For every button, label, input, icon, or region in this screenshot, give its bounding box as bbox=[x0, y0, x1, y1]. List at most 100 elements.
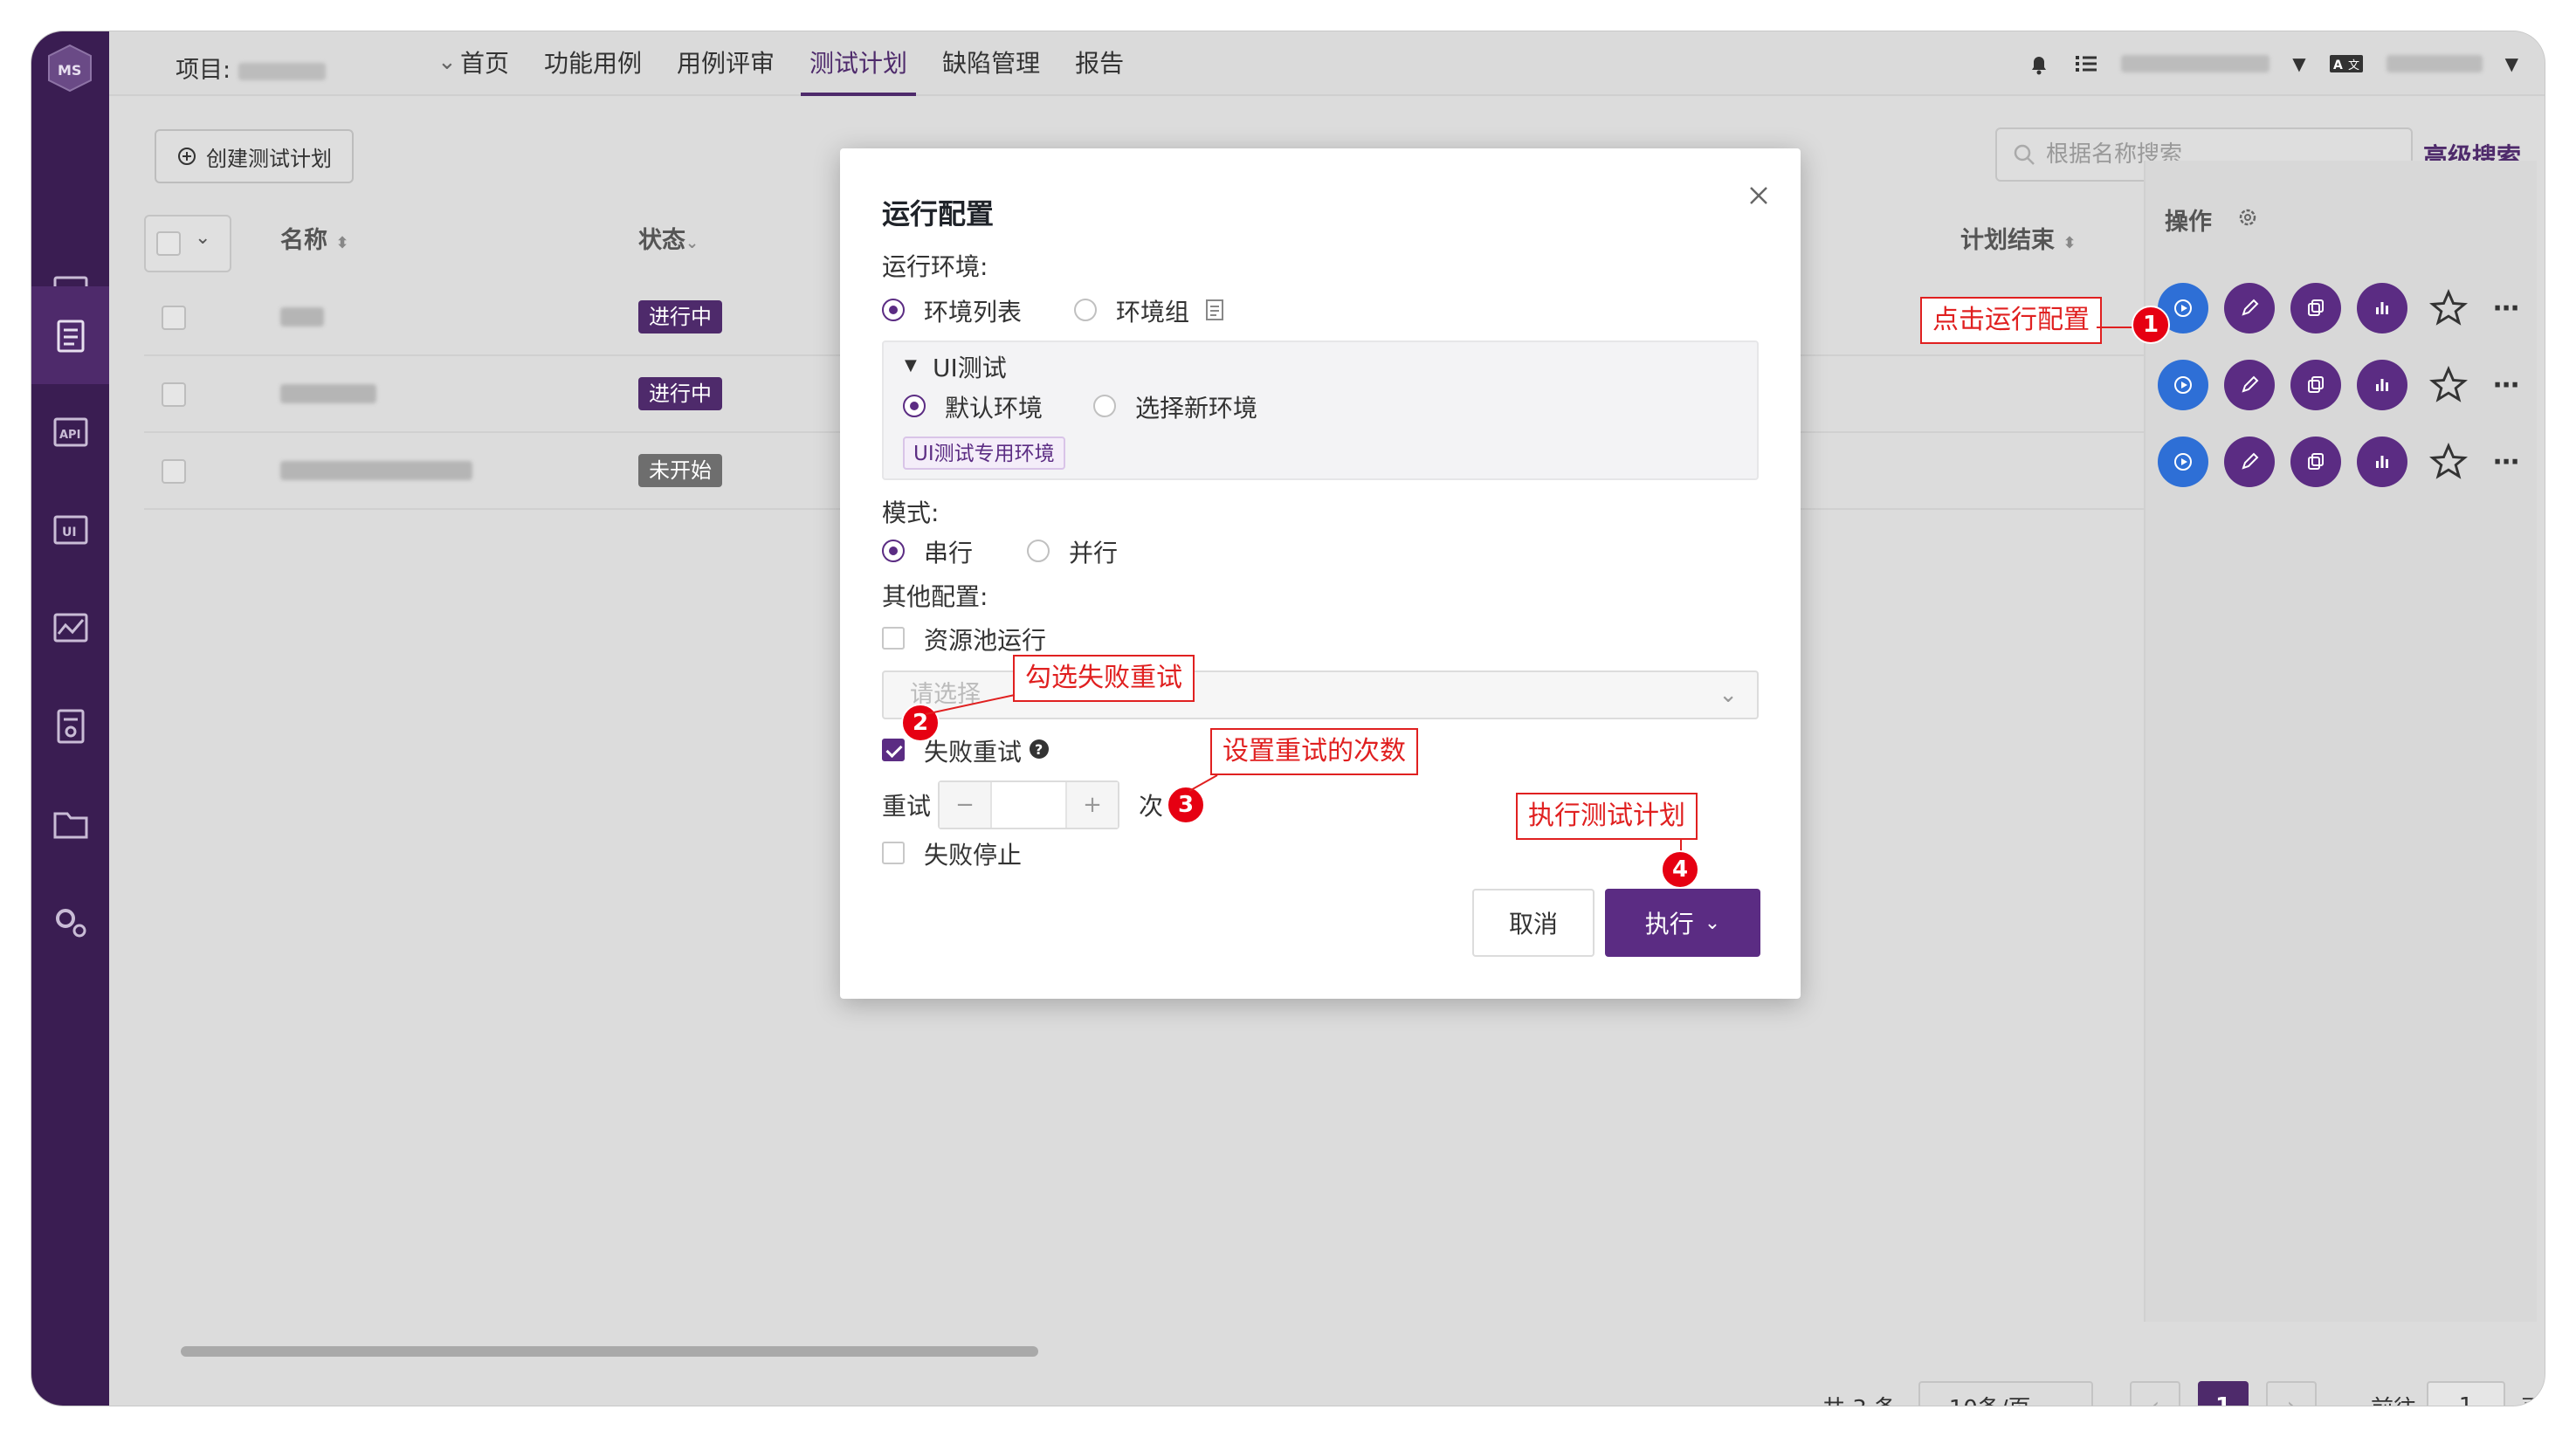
parallel-label[interactable]: 并行 bbox=[1069, 534, 1118, 569]
copy-button[interactable] bbox=[2290, 283, 2341, 333]
run-button[interactable]: 执行 ⌄ bbox=[1605, 889, 1760, 957]
dialog-title: 运行配置 bbox=[882, 192, 994, 232]
report-button[interactable] bbox=[2357, 437, 2407, 487]
page-number-current[interactable]: 1 bbox=[2198, 1381, 2249, 1406]
sidebar-item-performance[interactable] bbox=[31, 580, 109, 677]
copy-icon bbox=[2304, 297, 2327, 320]
annotation-leader-1 bbox=[2097, 327, 2135, 328]
fail-stop-checkbox[interactable] bbox=[882, 842, 905, 864]
report-button[interactable] bbox=[2357, 360, 2407, 410]
workspace-chevron-icon[interactable]: ▼ bbox=[2292, 53, 2305, 74]
select-all-checkbox[interactable] bbox=[156, 231, 181, 256]
caret-down-icon[interactable]: ▼ bbox=[905, 356, 917, 375]
decrement-button[interactable]: − bbox=[940, 782, 990, 828]
column-plan-end[interactable]: 计划结束 ⬍ bbox=[1960, 203, 2077, 279]
row-name-blurred[interactable] bbox=[280, 384, 376, 403]
env-list-radio[interactable] bbox=[882, 299, 905, 321]
bar-chart-icon bbox=[2371, 374, 2393, 396]
annotation-callout-4: 执行测试计划 bbox=[1516, 793, 1698, 840]
document-icon[interactable] bbox=[1205, 299, 1224, 321]
fail-retry-label[interactable]: 失败重试 bbox=[924, 733, 1022, 768]
resource-pool-label[interactable]: 资源池运行 bbox=[924, 622, 1046, 657]
env-group-radio[interactable] bbox=[1074, 299, 1097, 321]
tab-test-plan[interactable]: 测试计划 bbox=[792, 31, 925, 96]
edit-button[interactable] bbox=[2224, 437, 2275, 487]
select-all-dropdown[interactable]: ⌄ bbox=[144, 215, 231, 272]
tab-home[interactable]: 首页 bbox=[443, 31, 527, 96]
column-name[interactable]: 名称 ⬍ bbox=[280, 203, 349, 279]
more-icon[interactable]: ⋯ bbox=[2481, 283, 2531, 333]
report-button[interactable] bbox=[2357, 283, 2407, 333]
project-selector[interactable]: 项目: bbox=[176, 51, 326, 85]
star-icon[interactable] bbox=[2423, 283, 2474, 333]
sidebar-item-test-plan[interactable] bbox=[31, 286, 109, 384]
parallel-radio[interactable] bbox=[1027, 540, 1050, 562]
sidebar-item-settings[interactable] bbox=[31, 873, 109, 971]
star-icon[interactable] bbox=[2423, 437, 2474, 487]
help-icon[interactable]: ? bbox=[1029, 739, 1050, 760]
copy-button[interactable] bbox=[2290, 360, 2341, 410]
sidebar-item-api[interactable]: API bbox=[31, 384, 109, 482]
cancel-button[interactable]: 取消 bbox=[1472, 889, 1595, 957]
default-env-radio[interactable] bbox=[903, 395, 926, 417]
run-config-dialog: 运行配置 运行环境: 环境列表 环境组 ▼ UI测试 默认环境 选择新环境 UI… bbox=[840, 148, 1801, 999]
serial-radio[interactable] bbox=[882, 540, 905, 562]
svg-text:A: A bbox=[2333, 58, 2343, 72]
workspace-name-blurred[interactable] bbox=[2121, 55, 2269, 72]
close-icon[interactable] bbox=[1748, 185, 1769, 206]
column-status[interactable]: 状态⌄ bbox=[638, 203, 699, 279]
resource-pool-checkbox[interactable] bbox=[882, 627, 905, 650]
edit-button[interactable] bbox=[2224, 360, 2275, 410]
filter-chevron-icon: ⌄ bbox=[685, 234, 699, 252]
tab-bug-management[interactable]: 缺陷管理 bbox=[925, 31, 1057, 96]
other-config-label: 其他配置: bbox=[882, 578, 988, 613]
copy-icon bbox=[2304, 374, 2327, 396]
env-list-label[interactable]: 环境列表 bbox=[924, 293, 1022, 328]
run-button-label: 执行 bbox=[1645, 905, 1694, 940]
env-group-label[interactable]: 环境组 bbox=[1116, 293, 1189, 328]
more-icon[interactable]: ⋯ bbox=[2481, 437, 2531, 487]
next-page-button[interactable]: › bbox=[2266, 1381, 2317, 1406]
play-icon bbox=[2172, 374, 2194, 396]
copy-button[interactable] bbox=[2290, 437, 2341, 487]
task-list-icon[interactable] bbox=[2074, 52, 2098, 76]
page-size-select[interactable]: 10条/页 ⌄ bbox=[1918, 1381, 2093, 1406]
fail-retry-checkbox[interactable] bbox=[882, 739, 905, 761]
tab-functional-cases[interactable]: 功能用例 bbox=[527, 31, 659, 96]
sidebar-item-project[interactable] bbox=[31, 775, 109, 873]
bell-icon[interactable] bbox=[2027, 52, 2051, 76]
user-name-blurred[interactable] bbox=[2387, 55, 2483, 72]
chevron-down-icon: ⌄ bbox=[2049, 1396, 2063, 1406]
retry-count-input[interactable] bbox=[990, 782, 1067, 828]
row-checkbox[interactable] bbox=[162, 306, 186, 330]
row-name-blurred[interactable] bbox=[280, 461, 472, 480]
column-actions-label: 操作 bbox=[2165, 203, 2212, 237]
new-env-radio[interactable] bbox=[1093, 395, 1116, 417]
column-settings-gear-icon[interactable] bbox=[2236, 206, 2259, 229]
star-icon[interactable] bbox=[2423, 360, 2474, 410]
row-checkbox[interactable] bbox=[162, 382, 186, 407]
goto-page-input[interactable]: 1 bbox=[2427, 1381, 2505, 1406]
more-icon[interactable]: ⋯ bbox=[2481, 360, 2531, 410]
run-button[interactable] bbox=[2158, 360, 2208, 410]
prev-page-button[interactable]: ‹ bbox=[2130, 1381, 2180, 1406]
create-test-plan-button[interactable]: 创建测试计划 bbox=[155, 129, 354, 183]
increment-button[interactable]: + bbox=[1067, 782, 1118, 828]
default-env-label[interactable]: 默认环境 bbox=[945, 389, 1043, 424]
edit-button[interactable] bbox=[2224, 283, 2275, 333]
run-button[interactable] bbox=[2158, 437, 2208, 487]
user-chevron-icon[interactable]: ▼ bbox=[2505, 53, 2518, 74]
fail-stop-label[interactable]: 失败停止 bbox=[924, 836, 1022, 871]
annotation-callout-1: 点击运行配置 bbox=[1920, 297, 2102, 344]
new-env-label[interactable]: 选择新环境 bbox=[1135, 389, 1257, 424]
sidebar-item-ui[interactable]: UI bbox=[31, 482, 109, 580]
row-checkbox[interactable] bbox=[162, 459, 186, 484]
retry-count-stepper[interactable]: − + bbox=[938, 780, 1119, 829]
horizontal-scrollbar[interactable] bbox=[181, 1346, 1038, 1357]
tab-report[interactable]: 报告 bbox=[1057, 31, 1141, 96]
tab-case-review[interactable]: 用例评审 bbox=[659, 31, 792, 96]
row-name-blurred[interactable] bbox=[280, 307, 324, 327]
sidebar-item-report[interactable] bbox=[31, 677, 109, 775]
language-icon[interactable]: A文 bbox=[2329, 52, 2364, 75]
serial-label[interactable]: 串行 bbox=[924, 534, 973, 569]
